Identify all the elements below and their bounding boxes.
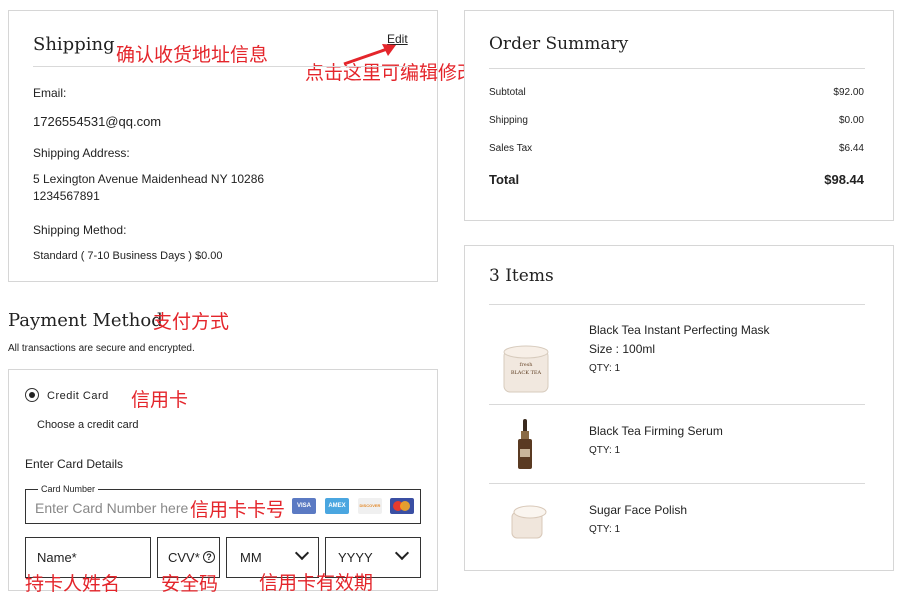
- annotation-card-number: 信用卡卡号: [190, 499, 286, 521]
- product-image-polish: [511, 505, 547, 539]
- secure-note: All transactions are secure and encrypte…: [8, 343, 195, 354]
- sales-tax-value: $6.44: [838, 143, 864, 154]
- product-image-serum: [518, 419, 532, 469]
- summary-divider: [489, 68, 865, 69]
- year-value: YYYY: [338, 550, 373, 565]
- sales-tax-label: Sales Tax: [489, 143, 533, 154]
- item-3-name: Sugar Face Polish: [589, 503, 688, 517]
- svg-text:fresh: fresh: [520, 362, 534, 368]
- enter-card-details: Enter Card Details: [25, 457, 124, 471]
- item-2-name: Black Tea Firming Serum: [589, 424, 723, 438]
- cvv-input[interactable]: CVV*: [168, 550, 200, 565]
- items-divider: [489, 304, 865, 305]
- visa-icon: VISA: [292, 498, 316, 514]
- payment-title: Payment Method: [8, 310, 163, 331]
- shipping-method-label: Shipping Method:: [33, 223, 127, 237]
- annotation-expiry: 信用卡有效期: [259, 572, 374, 594]
- total-value: $98.44: [824, 172, 864, 187]
- shipping-divider: [33, 66, 409, 67]
- cvv-help-icon[interactable]: ?: [203, 551, 215, 563]
- shipping-cost-value: $0.00: [838, 115, 864, 126]
- address-label: Shipping Address:: [33, 146, 130, 160]
- svg-text:BLACK TEA: BLACK TEA: [511, 370, 542, 376]
- annotation-cvv: 安全码: [161, 573, 219, 595]
- item-1-name: Black Tea Instant Perfecting Mask: [589, 323, 770, 337]
- email-label: Email:: [33, 86, 67, 100]
- name-input[interactable]: Name*: [37, 550, 77, 565]
- shipping-cost-label: Shipping: [489, 115, 528, 126]
- amex-icon: AMEX: [325, 498, 349, 514]
- mastercard-icon: [390, 498, 414, 514]
- card-number-input[interactable]: Enter Card Number here: [35, 500, 188, 516]
- item-1-size: Size : 100ml: [589, 342, 656, 356]
- annotation-confirm-address: 确认收货地址信息: [116, 44, 269, 66]
- phone-value: 1234567891: [33, 189, 100, 203]
- month-value: MM: [240, 550, 262, 565]
- shipping-method-value: Standard ( 7-10 Business Days ) $0.00: [33, 250, 223, 262]
- item-divider: [489, 404, 865, 405]
- product-image-mask: fresh BLACK TEA: [503, 345, 549, 393]
- shipping-title: Shipping: [33, 34, 115, 55]
- item-1-qty: QTY: 1: [589, 363, 621, 374]
- item-2-qty: QTY: 1: [589, 445, 621, 456]
- item-divider: [489, 483, 865, 484]
- item-3-qty: QTY: 1: [589, 524, 621, 535]
- total-label: Total: [489, 172, 520, 187]
- address-line: 5 Lexington Avenue Maidenhead NY 10286: [33, 172, 265, 186]
- credit-card-radio[interactable]: [25, 388, 39, 402]
- annotation-payment-method: 支付方式: [153, 311, 230, 333]
- subtotal-value: $92.00: [833, 87, 864, 98]
- discover-icon: DISCOVER: [358, 498, 382, 514]
- credit-card-label[interactable]: Credit Card: [47, 390, 109, 402]
- choose-card-text: Choose a credit card: [37, 419, 139, 431]
- card-number-label: Card Number: [38, 484, 99, 494]
- items-title: 3 Items: [489, 266, 554, 286]
- radio-dot-icon: [29, 392, 35, 398]
- annotation-credit-card: 信用卡: [131, 389, 189, 411]
- annotation-cardholder-name: 持卡人姓名: [25, 573, 121, 595]
- subtotal-label: Subtotal: [489, 87, 526, 98]
- email-value: 1726554531@qq.com: [33, 114, 162, 129]
- order-summary-title: Order Summary: [489, 34, 629, 54]
